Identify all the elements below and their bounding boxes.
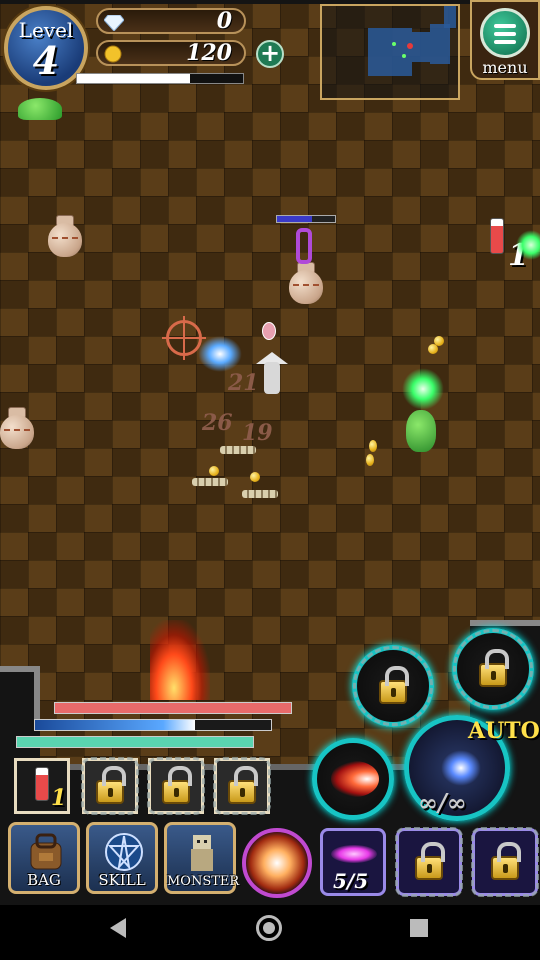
clay-pot[interactable] bbox=[0, 407, 34, 449]
locked-slot[interactable] bbox=[395, 827, 463, 897]
target-reticle-cross-v bbox=[183, 316, 185, 360]
quick-slot-potion[interactable]: 1 bbox=[14, 758, 70, 814]
potion-count: 1 bbox=[51, 785, 67, 811]
bag-icon bbox=[25, 831, 67, 873]
hp-bar bbox=[54, 702, 292, 714]
wall-edge bbox=[34, 666, 40, 726]
lock-icon bbox=[228, 766, 258, 804]
mp-bar bbox=[34, 719, 272, 731]
damage-number: 21 bbox=[228, 370, 259, 396]
clay-pot[interactable] bbox=[48, 215, 82, 257]
diamond-icon bbox=[103, 13, 125, 32]
lock-icon bbox=[491, 842, 521, 880]
menu-label: menu bbox=[482, 58, 528, 77]
monster-button[interactable]: MONSTER bbox=[164, 822, 240, 894]
gold-coin[interactable] bbox=[250, 472, 260, 482]
mp-bar-fill bbox=[35, 720, 196, 730]
lock-icon bbox=[415, 842, 445, 880]
quick-slot-locked[interactable] bbox=[213, 757, 271, 815]
gold-counter: 120 bbox=[96, 40, 246, 66]
purple-enemy[interactable] bbox=[296, 228, 312, 264]
green-slime-enemy[interactable] bbox=[406, 410, 436, 452]
enemy-health-bar bbox=[276, 215, 336, 223]
charge-count: 5/5 bbox=[333, 869, 369, 893]
clay-pot[interactable] bbox=[289, 262, 323, 304]
magic-missile-icon bbox=[441, 750, 481, 786]
skill-slot-locked[interactable] bbox=[452, 628, 534, 710]
gold-coin[interactable] bbox=[209, 466, 219, 476]
magic-blast bbox=[198, 336, 242, 372]
green-orb bbox=[516, 230, 540, 260]
lock-icon bbox=[379, 666, 409, 704]
skill-button[interactable]: SKILL bbox=[86, 822, 158, 894]
green-orb bbox=[402, 368, 444, 410]
damage-number: 26 bbox=[202, 410, 233, 436]
recent-apps-icon[interactable] bbox=[410, 919, 428, 937]
level-value: 4 bbox=[32, 38, 60, 83]
potion-pickup[interactable] bbox=[490, 218, 504, 254]
fireball-icon bbox=[331, 761, 379, 797]
bag-label: BAG bbox=[27, 871, 61, 889]
skill-uses: ∞/∞ bbox=[418, 788, 467, 817]
sp-bar bbox=[16, 736, 254, 748]
potion-icon bbox=[35, 767, 49, 801]
special-skill-button[interactable] bbox=[242, 828, 312, 898]
xp-bar-fill bbox=[77, 74, 190, 83]
lock-icon bbox=[162, 766, 192, 804]
add-currency-button[interactable]: + bbox=[256, 40, 284, 68]
fire-trail bbox=[150, 620, 210, 700]
hp-bar-fill bbox=[55, 703, 291, 713]
player-character[interactable] bbox=[254, 348, 290, 396]
bag-button[interactable]: BAG bbox=[8, 822, 80, 894]
gem-count: 0 bbox=[216, 8, 232, 34]
magic-charge-slot[interactable]: 5/5 bbox=[320, 828, 386, 896]
minimap-rooms bbox=[368, 6, 456, 76]
wall-edge bbox=[470, 620, 540, 626]
green-slime-enemy[interactable] bbox=[18, 98, 62, 120]
gold-coin[interactable] bbox=[366, 454, 374, 466]
bone-pile bbox=[220, 446, 256, 454]
quick-slot-locked[interactable] bbox=[147, 757, 205, 815]
back-icon[interactable] bbox=[110, 918, 126, 938]
hamburger-icon bbox=[480, 8, 530, 58]
minimap[interactable] bbox=[320, 4, 460, 100]
lock-icon bbox=[96, 766, 126, 804]
monster-label: MONSTER bbox=[167, 874, 240, 889]
magic-missile-icon bbox=[331, 845, 377, 863]
skill-label: SKILL bbox=[98, 871, 146, 889]
pentagram-icon bbox=[103, 831, 145, 873]
home-icon[interactable] bbox=[256, 915, 282, 941]
lock-icon bbox=[479, 649, 509, 687]
damage-number: 19 bbox=[242, 420, 273, 446]
fairy-companion bbox=[262, 322, 276, 340]
gold-count: 120 bbox=[186, 40, 232, 66]
bone-pile bbox=[192, 478, 228, 486]
menu-button[interactable]: menu bbox=[470, 0, 540, 80]
bone-pile bbox=[242, 490, 278, 498]
quick-slot-locked[interactable] bbox=[81, 757, 139, 815]
gold-coin[interactable] bbox=[434, 336, 444, 346]
auto-toggle[interactable]: AUTO bbox=[468, 718, 540, 744]
gold-coin-icon bbox=[104, 45, 122, 63]
plus-icon: + bbox=[259, 39, 281, 67]
sp-bar-fill bbox=[17, 737, 253, 747]
gold-coin[interactable] bbox=[369, 440, 377, 452]
gem-counter: 0 bbox=[96, 8, 246, 34]
xp-bar bbox=[76, 73, 244, 84]
fire-skill-button[interactable] bbox=[312, 738, 394, 820]
locked-slot[interactable] bbox=[471, 827, 539, 897]
monster-icon bbox=[181, 831, 223, 873]
skill-slot-locked[interactable] bbox=[352, 645, 434, 727]
